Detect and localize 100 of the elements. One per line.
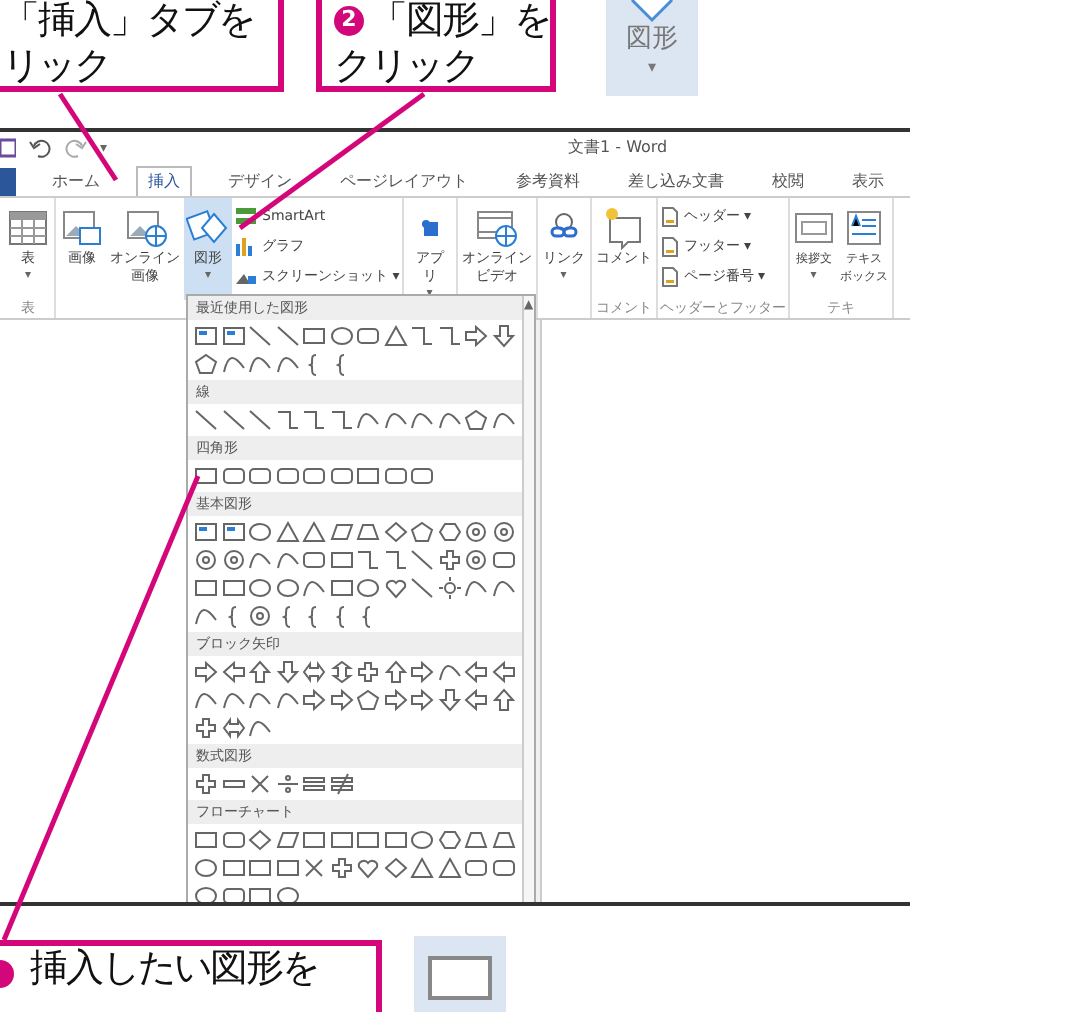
- curve-icon[interactable]: [275, 688, 299, 712]
- ribbon-tab[interactable]: 参考資料: [504, 166, 592, 196]
- rectangle-icon[interactable]: [248, 856, 272, 880]
- parallelogram-icon[interactable]: [275, 828, 299, 852]
- oval-icon[interactable]: [410, 828, 434, 852]
- rounded-rectangle-icon[interactable]: [302, 464, 326, 488]
- line-icon[interactable]: [194, 408, 218, 432]
- rounded-rectangle-icon[interactable]: [464, 856, 488, 880]
- left-arrow-icon[interactable]: [491, 660, 515, 684]
- oval-icon[interactable]: [194, 856, 218, 880]
- rectangle-icon[interactable]: [356, 828, 380, 852]
- curve-icon[interactable]: [491, 408, 515, 432]
- curve-icon[interactable]: [464, 576, 488, 600]
- rectangle-icon[interactable]: [302, 324, 326, 348]
- connector-icon[interactable]: [329, 408, 353, 432]
- curve-icon[interactable]: [221, 688, 245, 712]
- up-arrow-icon[interactable]: [491, 688, 515, 712]
- triangle-icon[interactable]: [410, 856, 434, 880]
- right-arrow-icon[interactable]: [464, 324, 488, 348]
- not-equal-icon[interactable]: [329, 772, 353, 796]
- curve-icon[interactable]: [383, 408, 407, 432]
- triangle-icon[interactable]: [383, 324, 407, 348]
- hexagon-icon[interactable]: [437, 828, 461, 852]
- plus-icon[interactable]: [194, 772, 218, 796]
- right-arrow-icon[interactable]: [410, 688, 434, 712]
- ribbon-tab[interactable]: ホーム: [40, 166, 112, 196]
- rounded-rectangle-icon[interactable]: [329, 464, 353, 488]
- curve-icon[interactable]: [410, 408, 434, 432]
- down-arrow-icon[interactable]: [437, 688, 461, 712]
- plus-icon[interactable]: [356, 660, 380, 684]
- connector-icon[interactable]: [410, 324, 434, 348]
- multiply-icon[interactable]: [248, 772, 272, 796]
- triangle-icon[interactable]: [275, 520, 299, 544]
- ribbon-tab[interactable]: 校閲: [760, 166, 816, 196]
- equal-icon[interactable]: [302, 772, 326, 796]
- rounded-rectangle-icon[interactable]: [248, 464, 272, 488]
- left-arrow-icon[interactable]: [221, 660, 245, 684]
- trapezoid-icon[interactable]: [356, 520, 380, 544]
- down-arrow-icon[interactable]: [491, 324, 515, 348]
- connector-icon[interactable]: [437, 324, 461, 348]
- right-arrow-icon[interactable]: [194, 660, 218, 684]
- rectangle-icon[interactable]: [221, 576, 245, 600]
- oval-icon[interactable]: [248, 520, 272, 544]
- curve-icon[interactable]: [275, 352, 299, 376]
- circle-icon[interactable]: [464, 520, 488, 544]
- heart-icon[interactable]: [356, 856, 380, 880]
- circle-icon[interactable]: [248, 604, 272, 628]
- left-arrow-icon[interactable]: [464, 688, 488, 712]
- sun-icon[interactable]: [437, 576, 461, 600]
- ribbon-tab[interactable]: ページレイアウト: [328, 166, 480, 196]
- curve-icon[interactable]: [356, 408, 380, 432]
- trapezoid-icon[interactable]: [491, 828, 515, 852]
- up-arrow-icon[interactable]: [248, 660, 272, 684]
- curve-icon[interactable]: [275, 548, 299, 572]
- oval-icon[interactable]: [275, 576, 299, 600]
- circle-icon[interactable]: [464, 548, 488, 572]
- up-arrow-icon[interactable]: [383, 660, 407, 684]
- ribbon-tab[interactable]: 表示: [840, 166, 896, 196]
- rectangle-icon[interactable]: [356, 464, 380, 488]
- rounded-rectangle-icon[interactable]: [491, 856, 515, 880]
- triangle-icon[interactable]: [437, 856, 461, 880]
- rectangle-icon[interactable]: [383, 828, 407, 852]
- diamond-icon[interactable]: [383, 520, 407, 544]
- connector-icon[interactable]: [302, 408, 326, 432]
- plus-icon[interactable]: [329, 856, 353, 880]
- rectangle-icon[interactable]: [329, 828, 353, 852]
- connector-icon[interactable]: [383, 548, 407, 572]
- ribbon-tab[interactable]: 挿入: [136, 166, 192, 196]
- rounded-rectangle-icon[interactable]: [410, 464, 434, 488]
- pentagon-icon[interactable]: [356, 688, 380, 712]
- rectangle-icon[interactable]: [302, 828, 326, 852]
- circle-icon[interactable]: [194, 548, 218, 572]
- rounded-rectangle-icon[interactable]: [221, 464, 245, 488]
- right-arrow-icon[interactable]: [329, 688, 353, 712]
- right-arrow-icon[interactable]: [383, 688, 407, 712]
- triangle-icon[interactable]: [302, 520, 326, 544]
- rectangle-icon[interactable]: [221, 856, 245, 880]
- rectangle-icon[interactable]: [275, 856, 299, 880]
- line-icon[interactable]: [248, 324, 272, 348]
- rounded-rectangle-icon[interactable]: [383, 464, 407, 488]
- circle-icon[interactable]: [221, 548, 245, 572]
- ribbon-tab[interactable]: デザイン: [216, 166, 304, 196]
- diamond-icon[interactable]: [248, 828, 272, 852]
- curve-icon[interactable]: [302, 576, 326, 600]
- right-arrow-icon[interactable]: [302, 688, 326, 712]
- left-right-arrow-icon[interactable]: [302, 660, 326, 684]
- rectangle-icon[interactable]: [194, 576, 218, 600]
- rounded-rectangle-icon[interactable]: [275, 464, 299, 488]
- ribbon-tab[interactable]: 差し込み文書: [616, 166, 736, 196]
- multiply-icon[interactable]: [302, 856, 326, 880]
- rounded-rectangle-icon[interactable]: [491, 548, 515, 572]
- curve-icon[interactable]: [248, 352, 272, 376]
- curve-icon[interactable]: [491, 576, 515, 600]
- curve-icon[interactable]: [194, 688, 218, 712]
- rounded-rectangle-icon[interactable]: [221, 828, 245, 852]
- curve-icon[interactable]: [221, 352, 245, 376]
- plus-icon[interactable]: [194, 716, 218, 740]
- right-arrow-icon[interactable]: [410, 660, 434, 684]
- up-down-arrow-icon[interactable]: [329, 660, 353, 684]
- down-arrow-icon[interactable]: [275, 660, 299, 684]
